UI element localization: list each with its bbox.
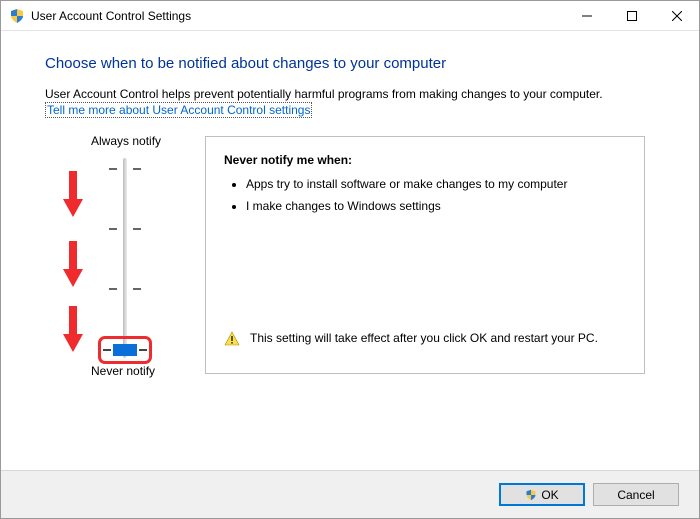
warning-icon xyxy=(224,331,240,347)
notification-slider[interactable]: Always notify Never notify xyxy=(45,136,195,374)
annotation-arrow-icon xyxy=(63,306,83,352)
slider-tick xyxy=(133,228,141,230)
slider-thumb[interactable] xyxy=(113,344,137,356)
page-heading: Choose when to be notified about changes… xyxy=(45,55,655,72)
slider-tick xyxy=(133,168,141,170)
slider-top-label: Always notify xyxy=(91,134,161,148)
window-controls xyxy=(564,1,699,30)
content-area: Choose when to be notified about changes… xyxy=(1,31,699,374)
cancel-button[interactable]: Cancel xyxy=(593,483,679,506)
slider-track xyxy=(123,158,127,358)
window-title: User Account Control Settings xyxy=(31,9,191,23)
slider-tick xyxy=(109,288,117,290)
annotation-arrow-icon xyxy=(63,171,83,217)
close-button[interactable] xyxy=(654,1,699,30)
list-item: Apps try to install software or make cha… xyxy=(246,177,626,191)
description-panel: Never notify me when: Apps try to instal… xyxy=(205,136,645,374)
list-item: I make changes to Windows settings xyxy=(246,199,626,213)
ok-button[interactable]: OK xyxy=(499,483,585,506)
uac-window: User Account Control Settings Choose whe… xyxy=(0,0,700,519)
annotation-arrow-icon xyxy=(63,241,83,287)
minimize-button[interactable] xyxy=(564,1,609,30)
panel-title: Never notify me when: xyxy=(224,153,626,167)
page-description: User Account Control helps prevent poten… xyxy=(45,86,655,118)
slider-tick xyxy=(103,349,111,351)
uac-shield-icon xyxy=(525,489,537,501)
slider-bottom-label: Never notify xyxy=(91,364,155,378)
slider-tick xyxy=(109,168,117,170)
warning-text: This setting will take effect after you … xyxy=(250,331,598,345)
slider-tick xyxy=(133,288,141,290)
uac-shield-icon xyxy=(9,8,25,24)
slider-tick xyxy=(139,349,147,351)
slider-tick xyxy=(109,228,117,230)
titlebar: User Account Control Settings xyxy=(1,1,699,31)
warning-row: This setting will take effect after you … xyxy=(224,331,624,347)
help-link[interactable]: Tell me more about User Account Control … xyxy=(45,102,312,118)
maximize-button[interactable] xyxy=(609,1,654,30)
dialog-footer: OK Cancel xyxy=(1,470,699,518)
panel-list: Apps try to install software or make cha… xyxy=(232,177,626,213)
